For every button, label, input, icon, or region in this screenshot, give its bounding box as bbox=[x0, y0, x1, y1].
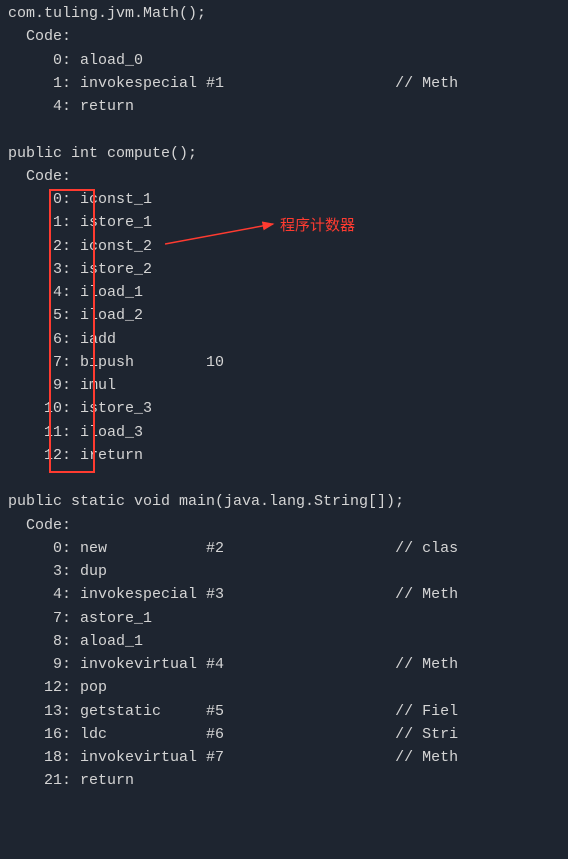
constructor-signature: com.tuling.jvm.Math(); bbox=[8, 2, 560, 25]
offset: 9: bbox=[8, 377, 80, 394]
instruction: getstatic #5 bbox=[80, 703, 224, 720]
instruction: istore_2 bbox=[80, 261, 152, 278]
blank-line bbox=[8, 467, 560, 490]
offset: 13: bbox=[8, 703, 80, 720]
comment: // Fiel bbox=[224, 703, 458, 720]
instruction: invokevirtual #4 bbox=[80, 656, 224, 673]
code-label: Code: bbox=[8, 514, 560, 537]
offset: 6: bbox=[8, 331, 80, 348]
instruction: astore_1 bbox=[80, 610, 152, 627]
instruction: iconst_1 bbox=[80, 191, 152, 208]
comment: // Meth bbox=[224, 656, 458, 673]
bytecode-line: 18: invokevirtual #7 // Meth bbox=[8, 746, 560, 769]
instruction: istore_3 bbox=[80, 400, 152, 417]
instruction: iload_1 bbox=[80, 284, 143, 301]
bytecode-line: 7: astore_1 bbox=[8, 607, 560, 630]
offset: 3: bbox=[8, 563, 80, 580]
offset: 0: bbox=[8, 52, 80, 69]
instruction: istore_1 bbox=[80, 214, 152, 231]
bytecode-line: 1: invokespecial #1 // Meth bbox=[8, 72, 560, 95]
bytecode-line: 16: ldc #6 // Stri bbox=[8, 723, 560, 746]
instruction: invokevirtual #7 bbox=[80, 749, 224, 766]
offset: 3: bbox=[8, 261, 80, 278]
bytecode-line: 6: iadd bbox=[8, 328, 560, 351]
main-signature: public static void main(java.lang.String… bbox=[8, 490, 560, 513]
instruction: dup bbox=[80, 563, 107, 580]
offset: 8: bbox=[8, 633, 80, 650]
instruction: invokespecial #1 bbox=[80, 75, 224, 92]
bytecode-line: 4: invokespecial #3 // Meth bbox=[8, 583, 560, 606]
instruction: invokespecial #3 bbox=[80, 586, 224, 603]
instruction: iload_2 bbox=[80, 307, 143, 324]
comment: // clas bbox=[224, 540, 458, 557]
offset: 1: bbox=[8, 214, 80, 231]
instruction: iadd bbox=[80, 331, 116, 348]
blank-line bbox=[8, 118, 560, 141]
offset: 16: bbox=[8, 726, 80, 743]
instruction: imul bbox=[80, 377, 116, 394]
offset: 11: bbox=[8, 424, 80, 441]
offset: 4: bbox=[8, 586, 80, 603]
offset: 21: bbox=[8, 772, 80, 789]
code-label: Code: bbox=[8, 165, 560, 188]
bytecode-line: 8: aload_1 bbox=[8, 630, 560, 653]
bytecode-line: 12: ireturn bbox=[8, 444, 560, 467]
instruction: new #2 bbox=[80, 540, 224, 557]
instruction: pop bbox=[80, 679, 107, 696]
instruction: iconst_2 bbox=[80, 238, 152, 255]
bytecode-line: 13: getstatic #5 // Fiel bbox=[8, 700, 560, 723]
offset: 9: bbox=[8, 656, 80, 673]
instruction: ireturn bbox=[80, 447, 143, 464]
instruction: aload_1 bbox=[80, 633, 143, 650]
offset: 10: bbox=[8, 400, 80, 417]
comment: // Meth bbox=[224, 749, 458, 766]
code-label: Code: bbox=[8, 25, 560, 48]
bytecode-line: 4: iload_1 bbox=[8, 281, 560, 304]
bytecode-line: 3: dup bbox=[8, 560, 560, 583]
instruction: bipush 10 bbox=[80, 354, 224, 371]
offset: 7: bbox=[8, 354, 80, 371]
bytecode-line: 2: iconst_2 bbox=[8, 235, 560, 258]
instruction: return bbox=[80, 98, 134, 115]
instruction: return bbox=[80, 772, 134, 789]
compute-signature: public int compute(); bbox=[8, 142, 560, 165]
instruction: aload_0 bbox=[80, 52, 143, 69]
bytecode-line: 9: invokevirtual #4 // Meth bbox=[8, 653, 560, 676]
offset: 0: bbox=[8, 540, 80, 557]
instruction: iload_3 bbox=[80, 424, 143, 441]
program-counter-annotation: 程序计数器 bbox=[280, 214, 355, 237]
bytecode-line: 7: bipush 10 bbox=[8, 351, 560, 374]
bytecode-line: 0: iconst_1 bbox=[8, 188, 560, 211]
offset: 2: bbox=[8, 238, 80, 255]
offset: 1: bbox=[8, 75, 80, 92]
bytecode-line: 0: new #2 // clas bbox=[8, 537, 560, 560]
offset: 12: bbox=[8, 679, 80, 696]
bytecode-line: 5: iload_2 bbox=[8, 304, 560, 327]
offset: 12: bbox=[8, 447, 80, 464]
comment: // Meth bbox=[224, 75, 458, 92]
offset: 0: bbox=[8, 191, 80, 208]
comment: // Stri bbox=[224, 726, 458, 743]
bytecode-line: 21: return bbox=[8, 769, 560, 792]
bytecode-line: 12: pop bbox=[8, 676, 560, 699]
offset: 7: bbox=[8, 610, 80, 627]
bytecode-line: 10: istore_3 bbox=[8, 397, 560, 420]
offset: 4: bbox=[8, 284, 80, 301]
offset: 4: bbox=[8, 98, 80, 115]
comment: // Meth bbox=[224, 586, 458, 603]
bytecode-line: 3: istore_2 bbox=[8, 258, 560, 281]
bytecode-line: 9: imul bbox=[8, 374, 560, 397]
instruction: ldc #6 bbox=[80, 726, 224, 743]
bytecode-line: 0: aload_0 bbox=[8, 49, 560, 72]
bytecode-line: 11: iload_3 bbox=[8, 421, 560, 444]
bytecode-line: 4: return bbox=[8, 95, 560, 118]
offset: 18: bbox=[8, 749, 80, 766]
offset: 5: bbox=[8, 307, 80, 324]
